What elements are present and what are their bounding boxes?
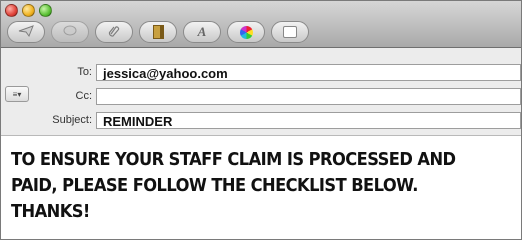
send-button[interactable] [7, 21, 45, 43]
photo-browser-button[interactable] [271, 21, 309, 43]
zoom-icon[interactable] [39, 4, 52, 17]
colors-icon [239, 25, 253, 39]
subject-row: Subject: REMINDER [1, 110, 521, 130]
header-fields: To: jessica@yahoo.com ≡▾ Cc: Subject: RE… [1, 48, 521, 136]
cc-label: Cc: [75, 90, 93, 102]
minimize-icon[interactable] [22, 4, 35, 17]
message-line-2: PAID, PLEASE FOLLOW THE CHECKLIST BELOW. [11, 176, 418, 196]
attach-icon [108, 24, 120, 41]
to-label: To: [77, 66, 92, 78]
subject-field[interactable]: REMINDER [96, 111, 521, 129]
message-line-1: TO ENSURE YOUR STAFF CLAIM IS PROCESSED … [11, 150, 456, 170]
fonts-button[interactable]: A [183, 21, 221, 43]
toolbar-buttons: A [7, 21, 309, 43]
colors-button[interactable] [227, 21, 265, 43]
to-row: To: jessica@yahoo.com [1, 62, 521, 82]
address-book-button[interactable] [139, 21, 177, 43]
subject-label: Subject: [52, 114, 92, 126]
toolbar: A [1, 1, 521, 48]
mail-compose-window: A To: jessica@yahoo.com ≡▾ Cc: Subject: … [0, 0, 522, 240]
chat-button[interactable] [51, 21, 89, 43]
cc-field[interactable] [96, 87, 521, 105]
cc-row: Cc: [1, 86, 521, 106]
attach-button[interactable] [95, 21, 133, 43]
fonts-icon: A [197, 24, 207, 39]
photo-browser-icon [283, 26, 297, 38]
message-line-3: THANKS! [11, 202, 90, 222]
window-controls [5, 4, 52, 17]
close-icon[interactable] [5, 4, 18, 17]
message-body[interactable]: TO ENSURE YOUR STAFF CLAIM IS PROCESSED … [11, 147, 513, 225]
chat-icon [63, 25, 77, 40]
send-icon [18, 24, 34, 40]
address-book-icon [152, 25, 164, 39]
to-field[interactable]: jessica@yahoo.com [96, 63, 521, 81]
